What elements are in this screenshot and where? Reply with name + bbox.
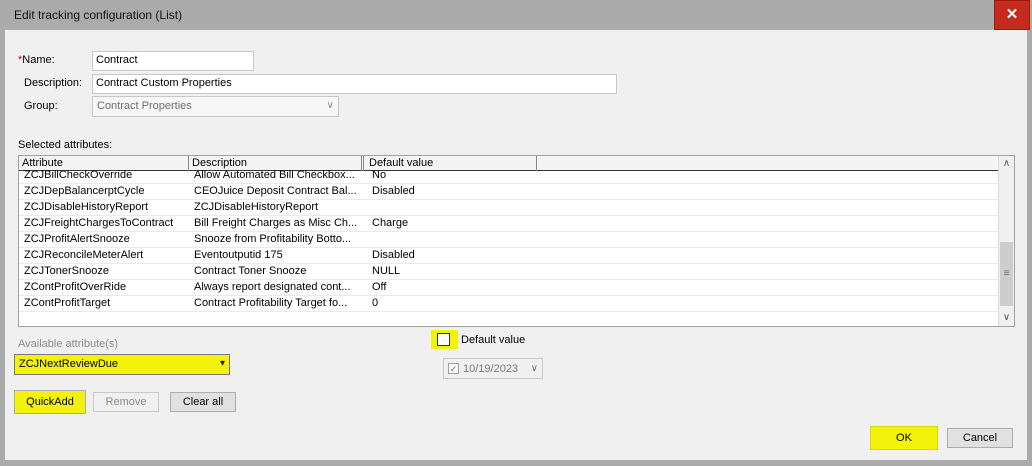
window-title: Edit tracking configuration (List) bbox=[14, 8, 183, 22]
default-value-cell: 0 bbox=[372, 297, 379, 309]
attribute-cell: ZCJReconcileMeterAlert bbox=[24, 249, 144, 261]
available-attribute-value: ZCJNextReviewDue bbox=[19, 358, 119, 370]
description-cell: CEOJuice Deposit Contract Bal... bbox=[194, 185, 357, 197]
ok-button[interactable]: OK bbox=[870, 426, 938, 450]
description-cell: Always report designated cont... bbox=[194, 281, 351, 293]
description-cell: ZCJDisableHistoryReport bbox=[194, 201, 319, 213]
attribute-cell: ZCJProfitAlertSnooze bbox=[24, 233, 130, 245]
selected-attributes-label: Selected attributes: bbox=[18, 139, 113, 151]
default-value-cell: Disabled bbox=[372, 185, 415, 197]
default-value-cell: No bbox=[372, 169, 387, 181]
dialog-body: *Name: Contract Description: Contract Cu… bbox=[5, 30, 1027, 460]
table-row[interactable]: ZContProfitOverRide Always report designa… bbox=[19, 280, 999, 296]
quickadd-button[interactable]: QuickAdd bbox=[14, 390, 86, 414]
description-field[interactable]: Contract Custom Properties bbox=[92, 74, 617, 94]
attribute-cell: ZCJBillCheckOverride bbox=[24, 169, 133, 181]
default-date-value: 10/19/2023 bbox=[463, 363, 519, 375]
description-cell: Allow Automated Bill Checkbox... bbox=[194, 169, 355, 181]
table-row[interactable]: ZContProfitTarget Contract Profitability … bbox=[19, 296, 999, 312]
name-label: Name: bbox=[22, 54, 55, 66]
clear-all-button[interactable]: Clear all bbox=[170, 392, 236, 412]
table-row[interactable]: ZCJDisableHistoryReport ZCJDisableHistory… bbox=[19, 200, 999, 216]
table-row[interactable]: ZCJProfitAlertSnooze Snooze from Profitab… bbox=[19, 232, 999, 248]
description-cell: Contract Toner Snooze bbox=[194, 265, 307, 277]
group-label: Group: bbox=[24, 100, 58, 112]
title-bar: Edit tracking configuration (List) ✕ bbox=[0, 0, 1032, 30]
table-row[interactable]: ZCJDepBalancerptCycle CEOJuice Deposit Co… bbox=[19, 184, 999, 200]
scroll-down-icon[interactable]: ∨ bbox=[999, 310, 1014, 326]
table-row[interactable]: ZCJBillCheckOverride Allow Automated Bill… bbox=[19, 168, 999, 184]
grid-vertical-scrollbar[interactable]: ∧ ≡ ∨ bbox=[998, 156, 1014, 326]
default-value-cell: Charge bbox=[372, 217, 409, 229]
default-value-checkbox[interactable] bbox=[437, 333, 450, 346]
description-cell: Eventoutputid 175 bbox=[194, 249, 283, 261]
table-row[interactable]: ZCJReconcileMeterAlert Eventoutputid 175 D… bbox=[19, 248, 999, 264]
attribute-cell: ZCJFreightChargesToContract bbox=[24, 217, 174, 229]
attribute-cell: ZContProfitTarget bbox=[24, 297, 111, 309]
attribute-cell: ZContProfitOverRide bbox=[24, 281, 127, 293]
close-icon: ✕ bbox=[1005, 6, 1019, 23]
scroll-thumb[interactable]: ≡ bbox=[1000, 242, 1013, 306]
default-value-highlight bbox=[431, 330, 458, 349]
attributes-grid[interactable]: Attribute Description Default value ZCJB… bbox=[18, 155, 1015, 327]
default-date-picker[interactable]: ✓ 10/19/2023 ∨ bbox=[443, 358, 543, 379]
description-cell: Snooze from Profitability Botto... bbox=[194, 233, 352, 245]
cancel-button[interactable]: Cancel bbox=[947, 428, 1013, 448]
table-row[interactable]: ZCJTonerSnooze Contract Toner Snooze NULL bbox=[19, 264, 999, 280]
default-value-cell: NULL bbox=[372, 265, 401, 277]
close-button[interactable]: ✕ bbox=[994, 0, 1030, 30]
attribute-cell: ZCJTonerSnooze bbox=[24, 265, 109, 277]
available-attributes-dropdown[interactable]: ZCJNextReviewDue ▾ bbox=[14, 354, 230, 375]
chevron-down-icon: ▾ bbox=[219, 358, 225, 369]
description-label: Description: bbox=[24, 77, 83, 89]
name-field[interactable]: Contract bbox=[92, 51, 254, 71]
chevron-down-icon: ∨ bbox=[530, 363, 538, 374]
remove-button[interactable]: Remove bbox=[93, 392, 159, 412]
default-value-cell: Off bbox=[372, 281, 387, 293]
chevron-down-icon: ∨ bbox=[326, 100, 334, 111]
attribute-cell: ZCJDisableHistoryReport bbox=[24, 201, 149, 213]
attribute-cell: ZCJDepBalancerptCycle bbox=[24, 185, 145, 197]
scroll-up-icon[interactable]: ∧ bbox=[999, 156, 1014, 172]
description-cell: Bill Freight Charges as Misc Ch... bbox=[194, 217, 358, 229]
group-value: Contract Properties bbox=[97, 100, 192, 112]
default-value-label: Default value bbox=[461, 334, 526, 346]
name-label-group: *Name: bbox=[18, 54, 55, 66]
description-cell: Contract Profitability Target fo... bbox=[194, 297, 348, 309]
group-dropdown[interactable]: Contract Properties ∨ bbox=[92, 96, 339, 117]
date-checkbox-icon[interactable]: ✓ bbox=[448, 363, 459, 374]
table-row[interactable]: ZCJFreightChargesToContract Bill Freight … bbox=[19, 216, 999, 232]
available-attributes-label: Available attribute(s) bbox=[18, 338, 119, 350]
default-value-cell: Disabled bbox=[372, 249, 415, 261]
